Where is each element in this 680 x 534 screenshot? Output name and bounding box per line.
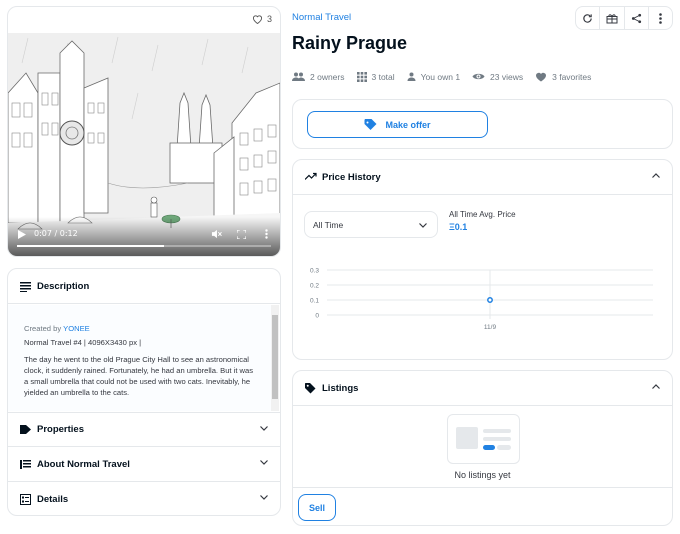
details-icon (20, 494, 31, 505)
y-tick-label: 0.2 (310, 283, 319, 290)
offer-card: Make offer (292, 99, 673, 149)
list-icon (20, 281, 31, 292)
make-offer-button[interactable]: Make offer (307, 111, 488, 138)
heart-icon (252, 14, 263, 24)
y-tick-label: 0.1 (310, 298, 319, 305)
period-select[interactable]: All Time (304, 211, 438, 238)
heart-filled-icon (535, 71, 552, 82)
person-icon (407, 72, 421, 81)
about-collection-accordion[interactable]: About Normal Travel (8, 447, 280, 482)
video-progress-fill (17, 245, 165, 247)
price-point[interactable] (487, 297, 493, 303)
description-card: Description Created by YONEE Normal Trav… (7, 268, 281, 516)
description-header[interactable]: Description (8, 269, 280, 304)
views-count: 23 views (490, 71, 524, 82)
video-controls: 0:07 / 0:12 (8, 217, 280, 256)
about-collection-title: About Normal Travel (37, 458, 130, 470)
fullscreen-icon[interactable] (237, 230, 246, 239)
tag-icon (20, 424, 31, 435)
chevron-up-icon (652, 173, 660, 178)
you-own-stat: You own 1 (407, 72, 460, 82)
avg-price-value: Ξ0.1 (449, 222, 468, 232)
make-offer-label: Make offer (385, 119, 431, 130)
y-tick-label: 0 (315, 313, 319, 320)
price-history-chart: 0 0.1 0.2 0.3 11/9 (310, 268, 653, 331)
x-tick-label: 11/9 (484, 324, 497, 331)
listings-title: Listings (322, 382, 359, 394)
sell-button[interactable]: Sell (298, 494, 336, 521)
more-menu-button[interactable] (649, 7, 672, 29)
scrollbar-thumb[interactable] (272, 315, 278, 399)
action-toolbar (575, 6, 673, 30)
total-stat: 3 total (356, 71, 395, 82)
price-history-title: Price History (322, 171, 381, 183)
listings-footer: Sell (293, 487, 672, 525)
share-button[interactable] (625, 7, 649, 29)
video-progress-bar[interactable] (17, 245, 271, 247)
chevron-down-icon (260, 426, 268, 431)
vertical-split-icon (20, 459, 31, 470)
created-by-line: Created by YONEE (24, 323, 256, 334)
listings-card: Listings No listings yet Sell (292, 370, 673, 526)
description-body: Created by YONEE Normal Travel #4 | 4096… (8, 305, 272, 411)
chevron-down-icon (260, 460, 268, 465)
favorites-stat: 3 favorites (535, 71, 591, 82)
total-count: 3 total (371, 71, 395, 82)
views-stat: 23 views (472, 72, 523, 82)
properties-accordion[interactable]: Properties (8, 412, 280, 447)
tag-icon (364, 119, 385, 130)
description-title: Description (37, 280, 90, 292)
favorite-button[interactable]: 3 (252, 14, 272, 24)
chevron-down-icon (419, 223, 427, 228)
play-icon[interactable] (18, 230, 26, 239)
eye-icon (472, 72, 490, 81)
description-scrollbar[interactable] (271, 305, 279, 411)
refresh-icon (582, 13, 593, 24)
y-tick-label: 0.3 (310, 268, 319, 275)
details-accordion[interactable]: Details (8, 482, 280, 515)
item-stats: 2 owners 3 total You own 1 23 views 3 fa… (292, 71, 603, 82)
owners-count: 2 owners (310, 71, 345, 82)
transfer-button[interactable] (600, 7, 625, 29)
you-own-count: You own 1 (420, 71, 461, 82)
avg-price-label: All Time Avg. Price (449, 210, 516, 219)
share-icon (631, 13, 642, 24)
chevron-down-icon (260, 495, 268, 500)
refresh-button[interactable] (576, 7, 601, 29)
more-options-icon[interactable] (265, 229, 268, 239)
details-title: Details (37, 494, 69, 505)
description-text: The day he went to the old Prague City H… (24, 355, 254, 397)
gift-icon (606, 13, 618, 24)
properties-title: Properties (37, 424, 84, 435)
creator-link[interactable]: YONEE (63, 324, 90, 333)
item-title: Rainy Prague (292, 33, 408, 53)
empty-listings-illustration (447, 414, 520, 464)
more-vertical-icon (659, 12, 662, 24)
price-history-header[interactable]: Price History (293, 160, 672, 195)
created-by-label: Created by (24, 324, 62, 333)
item-meta: Normal Travel #4 | 4096X3430 px | (24, 338, 142, 347)
video-time: 0:07 / 0:12 (34, 229, 78, 238)
tag-icon (305, 382, 316, 394)
media-card: 3 0:07 / 0:12 (7, 6, 281, 257)
mute-icon[interactable] (211, 229, 222, 239)
chevron-up-icon (652, 384, 660, 389)
owners-stat[interactable]: 2 owners (292, 72, 345, 82)
collection-link[interactable]: Normal Travel (292, 12, 351, 23)
listings-header[interactable]: Listings (293, 371, 672, 406)
price-history-card: Price History All Time All Time Avg. Pri… (292, 159, 673, 360)
artwork-video[interactable]: 0:07 / 0:12 (8, 33, 280, 256)
grid-icon (356, 71, 372, 82)
period-select-value: All Time (313, 219, 344, 230)
empty-listings-text: No listings yet (454, 470, 511, 480)
favorites-count: 3 favorites (552, 71, 592, 82)
people-icon (292, 72, 310, 81)
favorite-count: 3 (266, 14, 272, 24)
trend-icon (305, 172, 317, 183)
